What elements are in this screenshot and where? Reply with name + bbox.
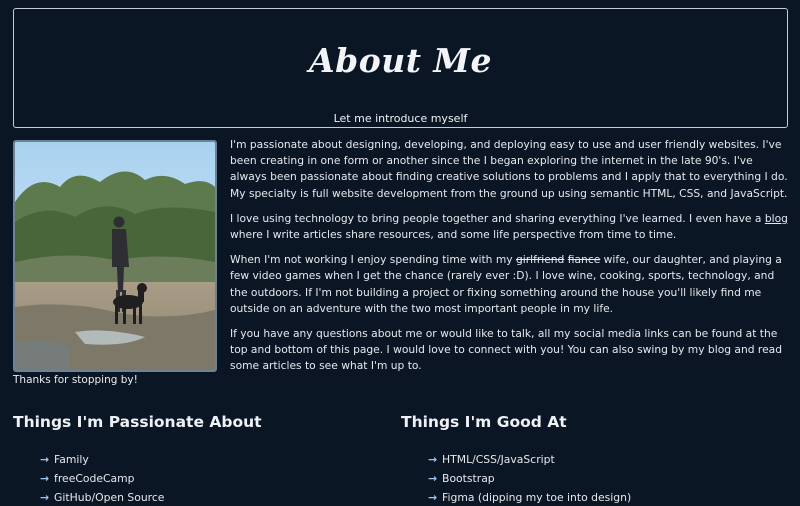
list-item: → Bootstrap xyxy=(428,469,631,488)
list-item: → HTML/CSS/JavaScript xyxy=(428,450,631,469)
page-title: About Me xyxy=(309,41,492,80)
about-header-card: About Me Let me introduce myself xyxy=(13,8,788,128)
list-item: → Figma (dipping my toe into design) xyxy=(428,488,631,506)
arrow-right-icon: → xyxy=(40,472,50,485)
bio-paragraph-2: I love using technology to bring people … xyxy=(230,211,790,243)
list-item: → freeCodeCamp xyxy=(40,469,164,488)
passionate-list: → Family → freeCodeCamp → GitHub/Open Sourc… xyxy=(40,450,164,506)
photo-caption: Thanks for stopping by! xyxy=(13,374,138,386)
arrow-right-icon: → xyxy=(428,472,438,485)
bio-text: I'm passionate about designing, developi… xyxy=(230,137,790,384)
struck-word-girlfriend: girlfriend xyxy=(515,253,565,267)
struck-word-fiance: fiance xyxy=(567,253,601,267)
bio-paragraph-1: I'm passionate about designing, developi… xyxy=(230,138,788,200)
arrow-right-icon: → xyxy=(428,491,438,504)
good-at-section-title: Things I'm Good At xyxy=(401,413,567,431)
passionate-section-title: Things I'm Passionate About xyxy=(13,413,262,431)
list-item-label: HTML/CSS/JavaScript xyxy=(442,453,555,466)
bio-paragraph-3: When I'm not working I enjoy spending ti… xyxy=(230,252,790,317)
bio-paragraph-4: If you have any questions about me or wo… xyxy=(230,327,782,373)
bio-p2-text-end: where I write articles share resources, … xyxy=(230,228,677,242)
profile-photo xyxy=(13,140,217,372)
list-item-label: GitHub/Open Source xyxy=(54,491,165,504)
arrow-right-icon: → xyxy=(40,453,50,466)
bio-p2-text: I love using technology to bring people … xyxy=(230,211,765,225)
list-item: → GitHub/Open Source xyxy=(40,488,164,506)
list-item-label: Figma (dipping my toe into design) xyxy=(442,491,632,504)
list-item-label: Bootstrap xyxy=(442,472,495,485)
list-item-label: Family xyxy=(54,453,89,466)
profile-photo-image xyxy=(15,142,215,370)
about-page: About Me Let me introduce myself Thanks … xyxy=(0,0,800,506)
good-at-list: → HTML/CSS/JavaScript → Bootstrap → Figma (… xyxy=(428,450,631,506)
bio-p3-text: When I'm not working I enjoy spending ti… xyxy=(230,253,516,267)
page-subtitle: Let me introduce myself xyxy=(333,112,468,125)
arrow-right-icon: → xyxy=(428,453,438,466)
arrow-right-icon: → xyxy=(40,491,50,504)
blog-link[interactable]: blog xyxy=(765,212,788,225)
list-item-label: freeCodeCamp xyxy=(54,472,135,485)
list-item: → Family xyxy=(40,450,164,469)
